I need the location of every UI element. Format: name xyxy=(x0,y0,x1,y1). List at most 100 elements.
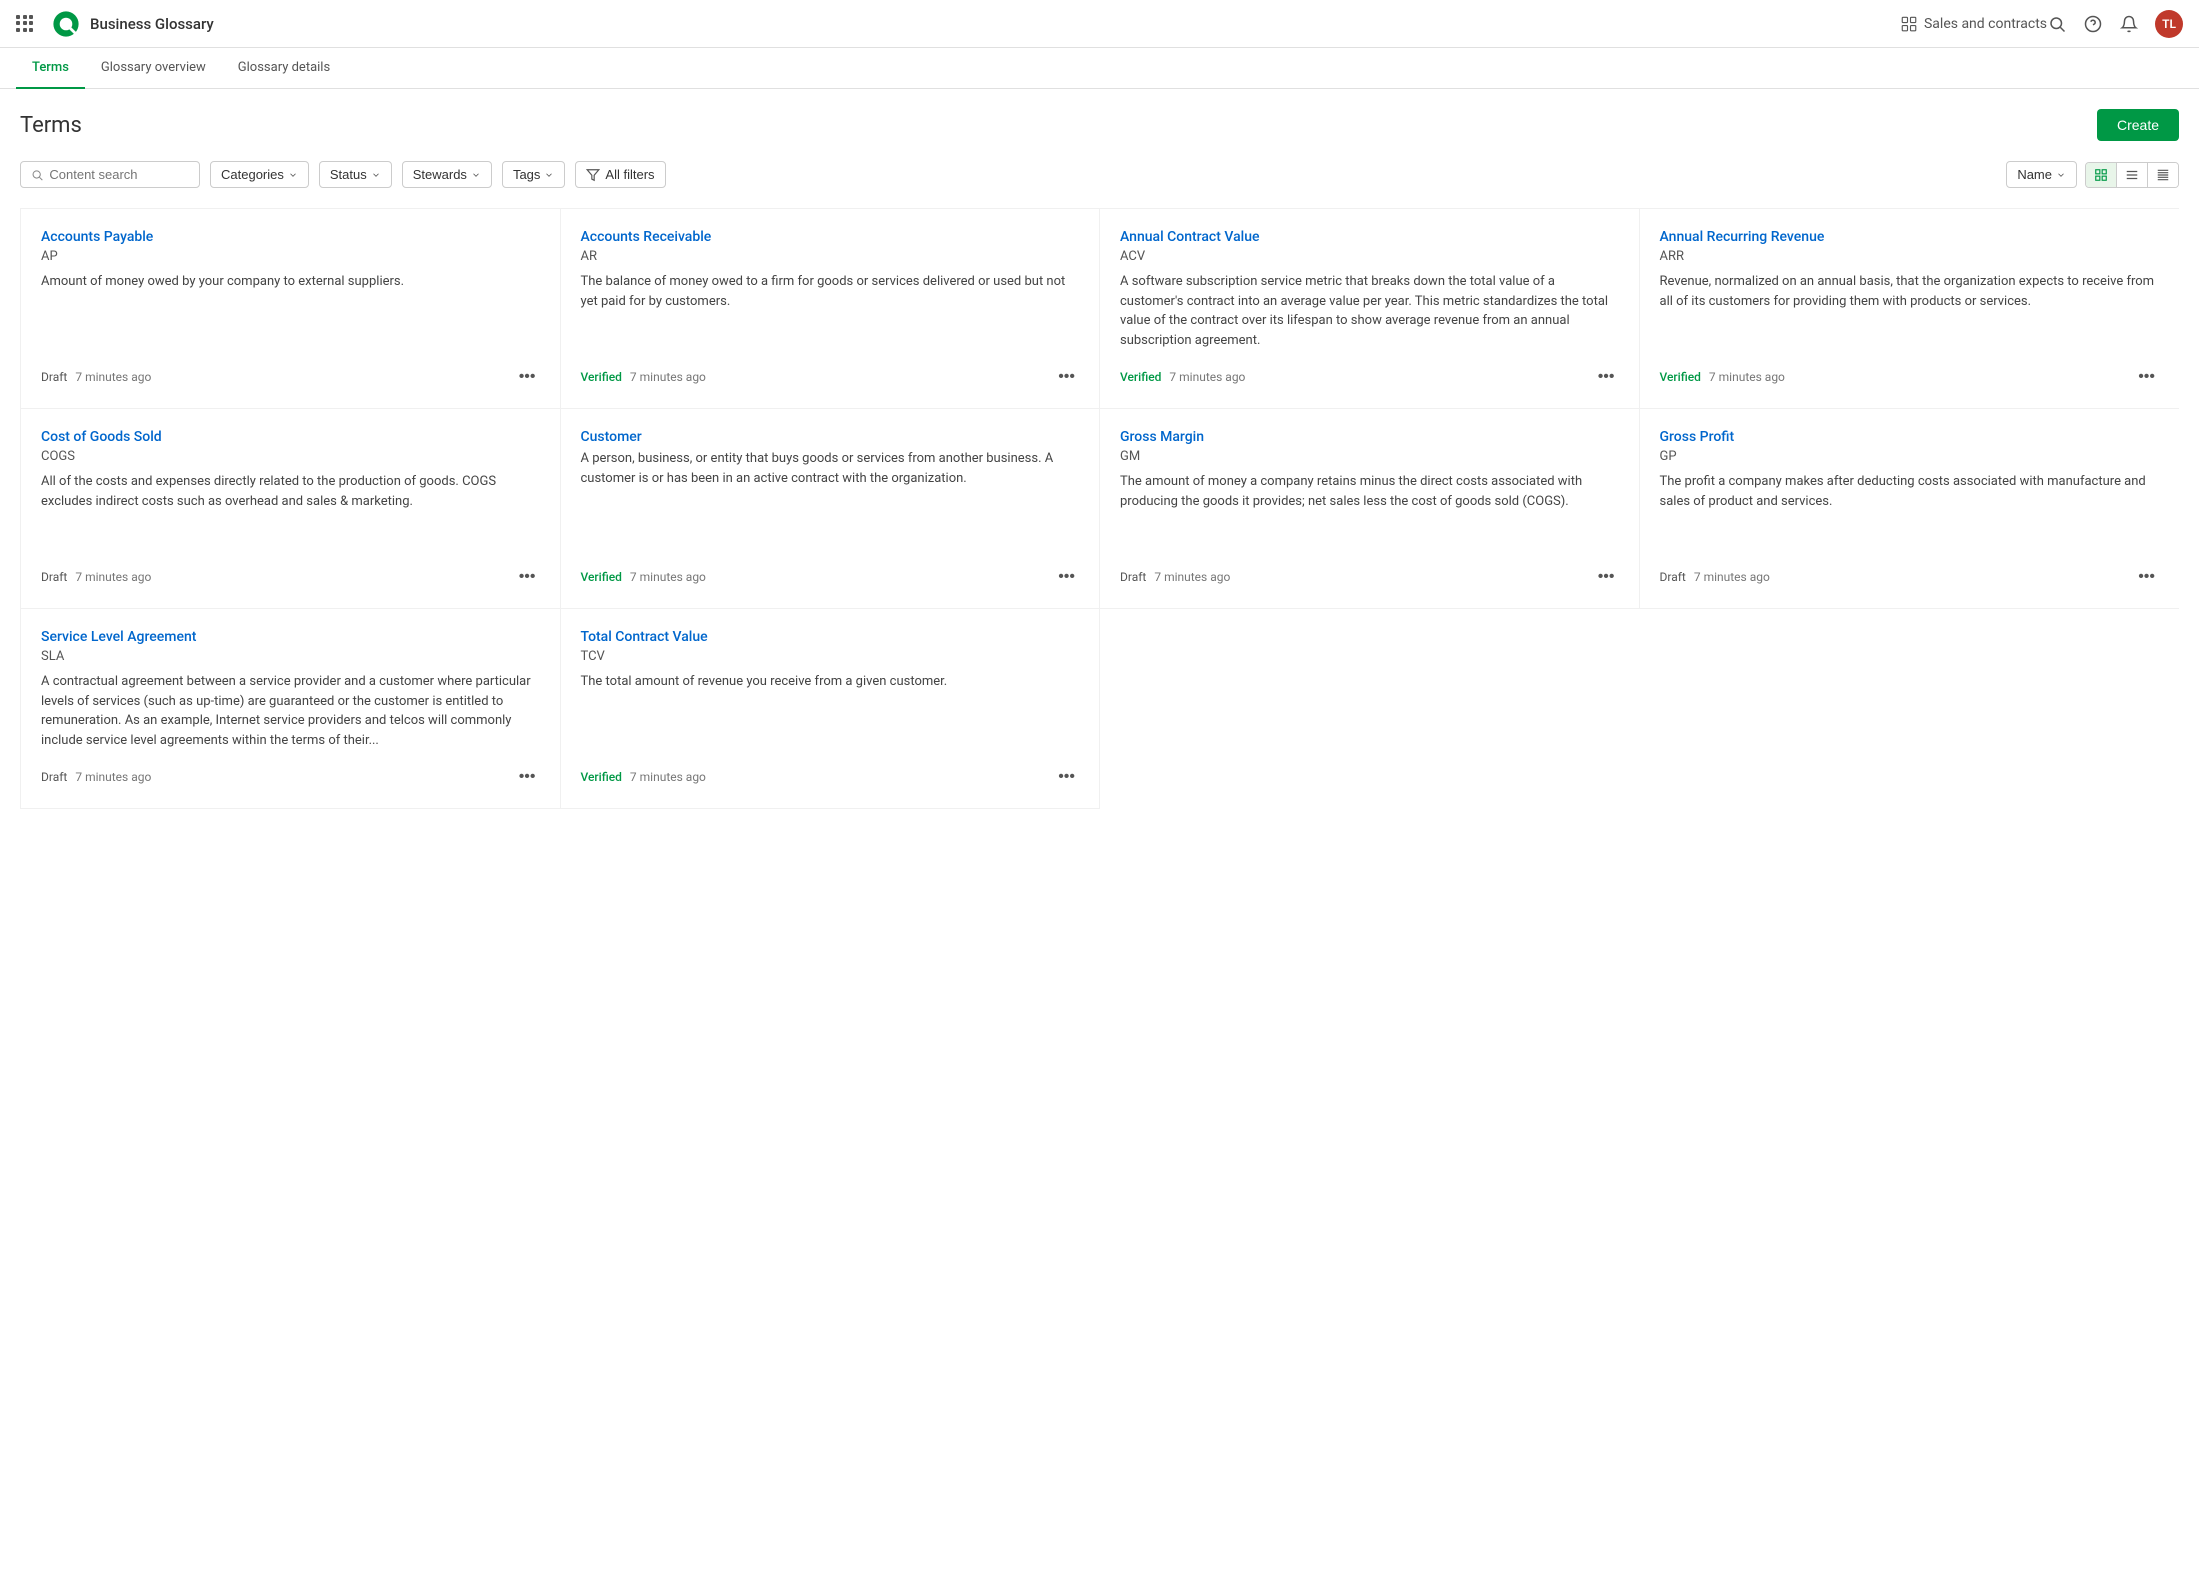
topnav: Business Glossary Sales and contracts xyxy=(0,0,2199,48)
term-status: Verified 7 minutes ago xyxy=(581,370,706,384)
term-title-total-contract-value[interactable]: Total Contract Value xyxy=(581,629,1080,645)
chevron-down-icon xyxy=(2056,170,2066,180)
status-badge: Verified xyxy=(1120,370,1161,384)
term-card-accounts-receivable: Accounts Receivable AR The balance of mo… xyxy=(561,209,1101,409)
grid-view-icon xyxy=(2094,168,2108,182)
term-options-button[interactable]: ••• xyxy=(515,566,540,588)
term-status: Draft 7 minutes ago xyxy=(1120,570,1230,584)
list-view-icon xyxy=(2125,168,2139,182)
term-description: A contractual agreement between a servic… xyxy=(41,672,540,750)
bell-icon[interactable] xyxy=(2119,14,2139,34)
term-title-annual-recurring-revenue[interactable]: Annual Recurring Revenue xyxy=(1660,229,2160,245)
chevron-down-icon xyxy=(288,170,298,180)
term-card-annual-contract-value: Annual Contract Value ACV A software sub… xyxy=(1100,209,1640,409)
term-card-gross-margin: Gross Margin GM The amount of money a co… xyxy=(1100,409,1640,609)
avatar[interactable]: TL xyxy=(2155,10,2183,38)
sort-section: Name xyxy=(2006,161,2179,188)
term-card-customer: Customer A person, business, or entity t… xyxy=(561,409,1101,609)
term-description: The profit a company makes after deducti… xyxy=(1660,472,2160,550)
term-card-content: Customer A person, business, or entity t… xyxy=(581,429,1080,588)
term-title-customer[interactable]: Customer xyxy=(581,429,1080,445)
term-description: All of the costs and expenses directly r… xyxy=(41,472,540,550)
term-card-content: Service Level Agreement SLA A contractua… xyxy=(41,629,540,788)
term-options-button[interactable]: ••• xyxy=(1594,366,1619,388)
term-description: Amount of money owed by your company to … xyxy=(41,272,540,350)
term-footer: Verified 7 minutes ago ••• xyxy=(1120,366,1619,388)
grid-menu-icon[interactable] xyxy=(16,15,34,33)
term-time: 7 minutes ago xyxy=(630,770,706,784)
term-description: Revenue, normalized on an annual basis, … xyxy=(1660,272,2160,350)
list-view-button[interactable] xyxy=(2117,163,2148,187)
chevron-down-icon xyxy=(371,170,381,180)
grid-view-button[interactable] xyxy=(2086,163,2117,187)
term-options-button[interactable]: ••• xyxy=(1054,566,1079,588)
term-abbr: TCV xyxy=(581,649,1080,664)
tab-glossary-details[interactable]: Glossary details xyxy=(222,48,346,89)
term-card-content: Annual Contract Value ACV A software sub… xyxy=(1120,229,1619,388)
term-card-content: Accounts Payable AP Amount of money owed… xyxy=(41,229,540,388)
search-input[interactable] xyxy=(49,167,189,182)
stewards-filter[interactable]: Stewards xyxy=(402,161,492,188)
all-filters-button[interactable]: All filters xyxy=(575,161,665,188)
term-options-button[interactable]: ••• xyxy=(1054,366,1079,388)
search-icon[interactable] xyxy=(2047,14,2067,34)
term-title-cost-of-goods-sold[interactable]: Cost of Goods Sold xyxy=(41,429,540,445)
term-status: Verified 7 minutes ago xyxy=(581,570,706,584)
term-options-button[interactable]: ••• xyxy=(1594,566,1619,588)
term-options-button[interactable]: ••• xyxy=(1054,766,1079,788)
tab-glossary-overview[interactable]: Glossary overview xyxy=(85,48,222,89)
tab-terms[interactable]: Terms xyxy=(16,48,85,89)
term-card-content: Gross Margin GM The amount of money a co… xyxy=(1120,429,1619,588)
term-footer: Draft 7 minutes ago ••• xyxy=(1660,566,2160,588)
status-badge: Verified xyxy=(1660,370,1701,384)
term-title-service-level-agreement[interactable]: Service Level Agreement xyxy=(41,629,540,645)
term-time: 7 minutes ago xyxy=(75,370,151,384)
term-card-annual-recurring-revenue: Annual Recurring Revenue ARR Revenue, no… xyxy=(1640,209,2180,409)
create-button[interactable]: Create xyxy=(2097,109,2179,141)
page-header: Terms Create xyxy=(20,109,2179,141)
categories-filter[interactable]: Categories xyxy=(210,161,309,188)
term-title-annual-contract-value[interactable]: Annual Contract Value xyxy=(1120,229,1619,245)
term-title-gross-profit[interactable]: Gross Profit xyxy=(1660,429,2160,445)
term-description: A person, business, or entity that buys … xyxy=(581,449,1080,550)
term-title-accounts-receivable[interactable]: Accounts Receivable xyxy=(581,229,1080,245)
term-footer: Draft 7 minutes ago ••• xyxy=(41,566,540,588)
term-card-content: Accounts Receivable AR The balance of mo… xyxy=(581,229,1080,388)
term-card-gross-profit: Gross Profit GP The profit a company mak… xyxy=(1640,409,2180,609)
center-label: Sales and contracts xyxy=(1924,16,2047,32)
term-time: 7 minutes ago xyxy=(1154,570,1230,584)
term-options-button[interactable]: ••• xyxy=(515,366,540,388)
term-description: A software subscription service metric t… xyxy=(1120,272,1619,350)
chevron-down-icon xyxy=(471,170,481,180)
term-abbr: GP xyxy=(1660,449,2160,464)
status-badge: Verified xyxy=(581,370,622,384)
view-toggle xyxy=(2085,162,2179,188)
main-content: Terms Create Categories Status Stewards … xyxy=(0,89,2199,829)
term-card-content: Gross Profit GP The profit a company mak… xyxy=(1660,429,2160,588)
term-footer: Draft 7 minutes ago ••• xyxy=(41,366,540,388)
term-card-content: Cost of Goods Sold COGS All of the costs… xyxy=(41,429,540,588)
filter-icon xyxy=(586,168,600,182)
status-badge: Verified xyxy=(581,770,622,784)
term-card-cost-of-goods-sold: Cost of Goods Sold COGS All of the costs… xyxy=(21,409,561,609)
term-title-accounts-payable[interactable]: Accounts Payable xyxy=(41,229,540,245)
term-status: Verified 7 minutes ago xyxy=(1660,370,1785,384)
term-footer: Verified 7 minutes ago ••• xyxy=(581,366,1080,388)
tags-filter[interactable]: Tags xyxy=(502,161,565,188)
term-options-button[interactable]: ••• xyxy=(2134,366,2159,388)
term-options-button[interactable]: ••• xyxy=(515,766,540,788)
status-badge: Draft xyxy=(41,770,67,784)
term-options-button[interactable]: ••• xyxy=(2134,566,2159,588)
status-badge: Draft xyxy=(1660,570,1686,584)
status-badge: Verified xyxy=(581,570,622,584)
term-title-gross-margin[interactable]: Gross Margin xyxy=(1120,429,1619,445)
search-box[interactable] xyxy=(20,161,200,188)
help-icon[interactable] xyxy=(2083,14,2103,34)
compact-view-button[interactable] xyxy=(2148,163,2178,187)
filters-bar: Categories Status Stewards Tags All filt… xyxy=(20,161,2179,188)
status-filter[interactable]: Status xyxy=(319,161,392,188)
term-time: 7 minutes ago xyxy=(75,570,151,584)
term-time: 7 minutes ago xyxy=(1169,370,1245,384)
sort-button[interactable]: Name xyxy=(2006,161,2077,188)
term-card-accounts-payable: Accounts Payable AP Amount of money owed… xyxy=(21,209,561,409)
